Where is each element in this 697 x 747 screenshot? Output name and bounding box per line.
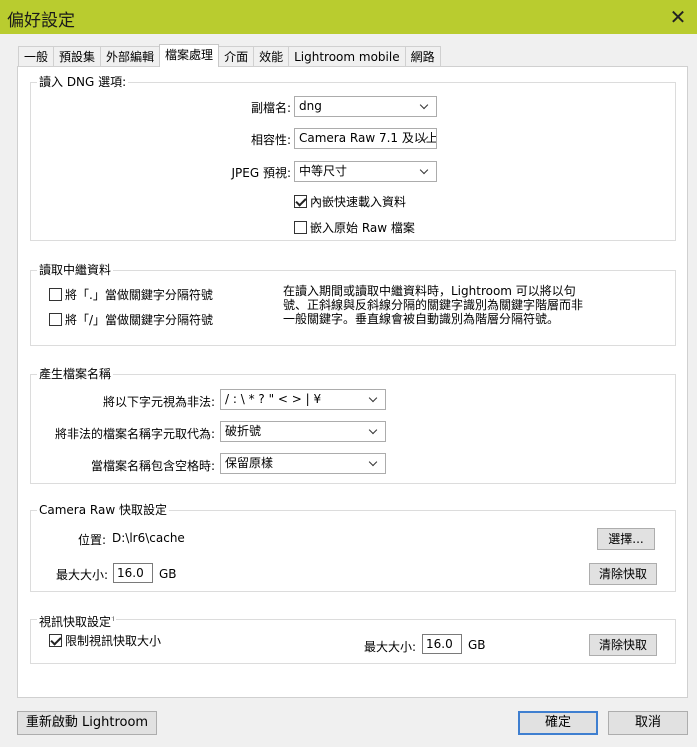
- chevron-down-icon: [420, 129, 430, 148]
- illegal-characters-select[interactable]: / : \ * ? " < > | ¥: [220, 389, 386, 410]
- checkbox-unchecked-icon: [49, 313, 62, 326]
- checkbox-checked-icon: [294, 195, 307, 208]
- video-cache-group: 視訊快取設定꜉ 限制視訊快取大小 最大大小: 16.0 GB 清除快取: [30, 612, 676, 664]
- cache-max-size-unit: GB: [159, 567, 177, 581]
- tab-network[interactable]: 網路: [404, 46, 441, 67]
- tab-performance[interactable]: 效能: [253, 46, 290, 67]
- dot-separator-label: 將「.」當做關鍵字分隔符號: [65, 288, 213, 302]
- purge-video-cache-button[interactable]: 清除快取: [589, 634, 657, 656]
- tab-bar: 一般 預設集 外部編輯 檔案處理 介面 效能 Lightroom mobile …: [18, 44, 441, 67]
- read-metadata-group: 讀取中繼資料 將「.」當做關鍵字分隔符號 將「/」當做關鍵字分隔符號 在讀入期間…: [30, 263, 676, 346]
- file-name-generation-group: 產生檔案名稱 將以下字元視為非法: / : \ * ? " < > | ¥ 將非…: [30, 367, 676, 484]
- replace-illegal-label: 將非法的檔案名稱字元取代為:: [54, 427, 215, 441]
- tab-file-handling[interactable]: 檔案處理: [159, 44, 220, 67]
- extension-label: 副檔名:: [250, 101, 291, 115]
- metadata-description: 在讀入期間或讀取中繼資料時，Lightroom 可以將以句 號、正斜線與反斜線分…: [283, 284, 673, 326]
- compatibility-value: Camera Raw 7.1 及以上: [299, 131, 437, 145]
- limit-video-cache-checkbox[interactable]: 限制視訊快取大小: [49, 632, 161, 649]
- ok-button[interactable]: 確定: [518, 711, 598, 735]
- window-title: 偏好設定: [7, 11, 75, 31]
- video-cache-legend-text: 視訊快取設定: [39, 615, 112, 629]
- cancel-button[interactable]: 取消: [608, 711, 688, 735]
- title-bar: 偏好設定 ✕: [0, 0, 697, 34]
- camera-raw-cache-legend: Camera Raw 快取設定: [37, 503, 169, 517]
- chevron-down-icon: [369, 422, 379, 441]
- tab-general[interactable]: 一般: [18, 46, 55, 67]
- cache-location-value: D:\lr6\cache: [112, 531, 185, 545]
- restart-lightroom-button[interactable]: 重新啟動 Lightroom: [17, 711, 157, 735]
- replace-illegal-value: 破折號: [225, 424, 262, 438]
- extension-select[interactable]: dng: [294, 96, 437, 117]
- dng-options-legend: 讀入 DNG 選項:: [37, 75, 129, 89]
- checkbox-unchecked-icon: [294, 221, 307, 234]
- tab-presets[interactable]: 預設集: [53, 46, 102, 67]
- jpeg-preview-label: JPEG 預視:: [231, 166, 291, 180]
- embed-fast-load-label: 內嵌快速載入資料: [310, 195, 407, 209]
- chevron-down-icon: [420, 162, 430, 181]
- video-cache-legend-mark: ꜉: [111, 615, 115, 623]
- cache-max-size-input[interactable]: 16.0: [113, 563, 153, 583]
- limit-video-cache-label: 限制視訊快取大小: [65, 634, 162, 648]
- checkbox-checked-icon: [49, 634, 62, 647]
- checkbox-unchecked-icon: [49, 288, 62, 301]
- jpeg-preview-value: 中等尺寸: [299, 164, 348, 178]
- tab-lightroom-mobile[interactable]: Lightroom mobile: [288, 46, 406, 67]
- space-handling-select[interactable]: 保留原樣: [220, 453, 386, 474]
- video-max-size-label: 最大大小:: [364, 640, 417, 654]
- tab-external-editing[interactable]: 外部編輯: [100, 46, 161, 67]
- chevron-down-icon: [369, 454, 379, 473]
- extension-value: dng: [299, 99, 322, 113]
- compatibility-select[interactable]: Camera Raw 7.1 及以上: [294, 128, 437, 149]
- description-line: 號、正斜線與反斜線分隔的關鍵字識別為關鍵字階層而非: [283, 298, 584, 312]
- tab-interface[interactable]: 介面: [218, 46, 255, 67]
- slash-separator-checkbox[interactable]: 將「/」當做關鍵字分隔符號: [49, 311, 213, 328]
- cache-location-label: 位置:: [78, 533, 107, 547]
- description-line: 一般關鍵字。垂直線會被自動識別為階層分隔符號。: [283, 312, 560, 326]
- close-icon[interactable]: ✕: [665, 4, 691, 30]
- cache-max-size-label: 最大大小:: [56, 568, 109, 582]
- file-name-generation-legend: 產生檔案名稱: [37, 367, 114, 381]
- slash-separator-label: 將「/」當做關鍵字分隔符號: [65, 313, 214, 327]
- video-cache-legend: 視訊快取設定꜉: [37, 612, 117, 629]
- file-handling-panel: 讀入 DNG 選項: 副檔名: dng 相容性: Camera Raw 7.1 …: [17, 66, 688, 698]
- illegal-characters-label: 將以下字元視為非法:: [102, 395, 215, 409]
- camera-raw-cache-group: Camera Raw 快取設定 位置: D:\lr6\cache 選擇... 最…: [30, 503, 676, 592]
- purge-cache-button[interactable]: 清除快取: [589, 563, 657, 585]
- video-max-size-input[interactable]: 16.0: [422, 634, 462, 654]
- chevron-down-icon: [369, 390, 379, 409]
- jpeg-preview-select[interactable]: 中等尺寸: [294, 161, 437, 182]
- read-metadata-legend: 讀取中繼資料: [37, 263, 114, 277]
- illegal-characters-value: / : \ * ? " < > | ¥: [225, 392, 322, 406]
- space-handling-value: 保留原樣: [225, 456, 274, 470]
- compatibility-label: 相容性:: [250, 133, 291, 147]
- dng-options-group: 讀入 DNG 選項: 副檔名: dng 相容性: Camera Raw 7.1 …: [30, 75, 676, 241]
- embed-fast-load-checkbox[interactable]: 內嵌快速載入資料: [294, 193, 406, 210]
- space-handling-label: 當檔案名稱包含空格時:: [90, 459, 215, 473]
- video-max-size-unit: GB: [468, 638, 486, 652]
- replace-illegal-select[interactable]: 破折號: [220, 421, 386, 442]
- description-line: 在讀入期間或讀取中繼資料時，Lightroom 可以將以句: [283, 284, 576, 298]
- embed-raw-label: 嵌入原始 Raw 檔案: [310, 221, 415, 235]
- choose-location-button[interactable]: 選擇...: [597, 528, 655, 550]
- embed-raw-checkbox[interactable]: 嵌入原始 Raw 檔案: [294, 219, 415, 236]
- chevron-down-icon: [420, 97, 430, 116]
- dot-separator-checkbox[interactable]: 將「.」當做關鍵字分隔符號: [49, 286, 213, 303]
